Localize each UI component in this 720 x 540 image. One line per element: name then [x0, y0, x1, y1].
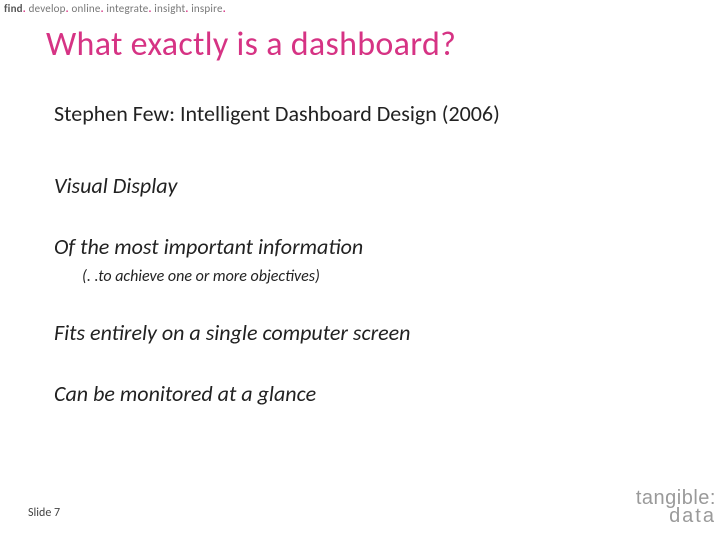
- bullet-important-info: Of the most important information: [54, 233, 680, 261]
- tagline-word: find: [4, 2, 23, 15]
- slide-body: Stephen Few: Intelligent Dashboard Desig…: [54, 100, 680, 442]
- tagline-word: integrate: [106, 2, 148, 15]
- dot-icon: .: [101, 2, 104, 15]
- brand-logo: tangible: data: [636, 488, 716, 526]
- slide-title: What exactly is a dashboard?: [46, 24, 456, 65]
- slide: find. develop. online. integrate. insigh…: [0, 0, 720, 540]
- tagline-word: develop: [29, 2, 66, 15]
- header-tagline: find. develop. online. integrate. insigh…: [4, 2, 226, 15]
- dot-icon: .: [185, 2, 188, 15]
- logo-line-2: data: [636, 506, 716, 526]
- tagline-word: inspire: [191, 2, 222, 15]
- bullet-subnote: (. .to achieve one or more objectives): [82, 267, 680, 287]
- bullet-fits-screen: Fits entirely on a single computer scree…: [54, 319, 680, 347]
- dot-icon: .: [66, 2, 69, 15]
- dot-icon: .: [148, 2, 151, 15]
- tagline-word: online: [72, 2, 101, 15]
- bullet-visual-display: Visual Display: [54, 172, 680, 200]
- author-line: Stephen Few: Intelligent Dashboard Desig…: [54, 100, 680, 128]
- dot-icon: .: [23, 2, 26, 15]
- slide-number: Slide 7: [28, 506, 60, 520]
- bullet-glance: Can be monitored at a glance: [54, 380, 680, 408]
- dot-icon: .: [223, 2, 226, 15]
- tagline-word: insight: [154, 2, 185, 15]
